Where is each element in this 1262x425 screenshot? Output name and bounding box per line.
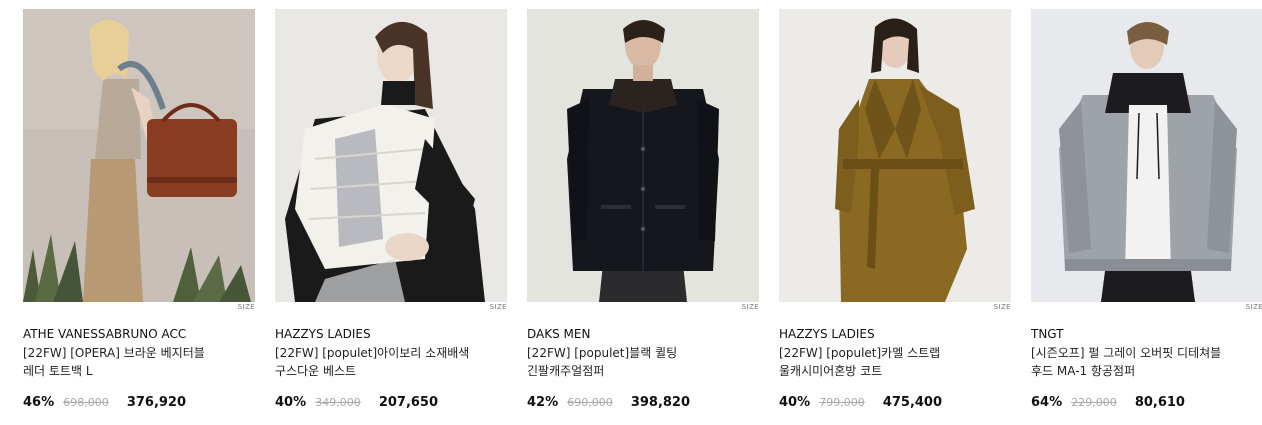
product-brand[interactable]: HAZZYS LADIES bbox=[779, 326, 875, 342]
product-photo bbox=[779, 9, 1011, 302]
product-grid: SIZE ATHE VANESSABRUNO ACC [22FW] [OPERA… bbox=[23, 9, 1262, 419]
product-name[interactable]: [22FW] [OPERA] 브라운 베지터블 레더 토트백 L bbox=[23, 344, 229, 380]
product-card[interactable]: SIZE HAZZYS LADIES [22FW] [populet]카멜 스트… bbox=[779, 9, 1011, 419]
discount-rate: 40% bbox=[779, 395, 811, 410]
product-name[interactable]: [22FW] [populet]아이보리 소재배색 구스다운 베스트 bbox=[275, 344, 481, 380]
original-price: 698,000 bbox=[63, 396, 109, 409]
price-row: 46% 698,000 376,920 bbox=[23, 391, 187, 410]
price-row: 40% 799,000 475,400 bbox=[779, 391, 943, 410]
original-price: 799,000 bbox=[819, 396, 865, 409]
discount-rate: 46% bbox=[23, 395, 55, 410]
product-card[interactable]: SIZE HAZZYS LADIES [22FW] [populet]아이보리 … bbox=[275, 9, 507, 419]
original-price: 229,000 bbox=[1071, 396, 1117, 409]
product-name[interactable]: [22FW] [populet]카멜 스트랩 울캐시미어혼방 코트 bbox=[779, 344, 985, 380]
product-image[interactable] bbox=[779, 9, 1011, 302]
product-name[interactable]: [시즌오프] 펄 그레이 오버핏 디테쳐블 후드 MA-1 항공점퍼 bbox=[1031, 344, 1237, 380]
product-image[interactable] bbox=[275, 9, 507, 302]
original-price: 690,000 bbox=[567, 396, 613, 409]
product-card[interactable]: SIZE DAKS MEN [22FW] [populet]블랙 퀼팅 긴팔캐주… bbox=[527, 9, 759, 419]
discount-rate: 64% bbox=[1031, 395, 1063, 410]
product-brand[interactable]: DAKS MEN bbox=[527, 326, 590, 342]
sale-price: 207,650 bbox=[378, 395, 439, 410]
sale-price: 475,400 bbox=[882, 395, 943, 410]
product-card[interactable]: SIZE ATHE VANESSABRUNO ACC [22FW] [OPERA… bbox=[23, 9, 255, 419]
price-row: 42% 690,000 398,820 bbox=[527, 391, 691, 410]
discount-rate: 40% bbox=[275, 395, 307, 410]
product-brand[interactable]: HAZZYS LADIES bbox=[275, 326, 371, 342]
product-brand[interactable]: TNGT bbox=[1031, 326, 1064, 342]
original-price: 349,000 bbox=[315, 396, 361, 409]
product-name[interactable]: [22FW] [populet]블랙 퀼팅 긴팔캐주얼점퍼 bbox=[527, 344, 733, 380]
sale-price: 376,920 bbox=[126, 395, 187, 410]
size-label[interactable]: SIZE bbox=[238, 303, 255, 312]
sale-price: 80,610 bbox=[1134, 395, 1185, 410]
product-brand[interactable]: ATHE VANESSABRUNO ACC bbox=[23, 326, 186, 342]
product-image[interactable] bbox=[527, 9, 759, 302]
product-photo bbox=[23, 9, 255, 302]
product-photo bbox=[275, 9, 507, 302]
size-label[interactable]: SIZE bbox=[1246, 303, 1262, 312]
sale-price: 398,820 bbox=[630, 395, 691, 410]
product-image[interactable] bbox=[23, 9, 255, 302]
price-row: 64% 229,000 80,610 bbox=[1031, 391, 1185, 410]
discount-rate: 42% bbox=[527, 395, 559, 410]
size-label[interactable]: SIZE bbox=[994, 303, 1011, 312]
product-photo bbox=[1031, 9, 1262, 302]
price-row: 40% 349,000 207,650 bbox=[275, 391, 439, 410]
product-photo bbox=[527, 9, 759, 302]
size-label[interactable]: SIZE bbox=[490, 303, 507, 312]
product-card[interactable]: SIZE TNGT [시즌오프] 펄 그레이 오버핏 디테쳐블 후드 MA-1 … bbox=[1031, 9, 1262, 419]
product-image[interactable] bbox=[1031, 9, 1262, 302]
size-label[interactable]: SIZE bbox=[742, 303, 759, 312]
